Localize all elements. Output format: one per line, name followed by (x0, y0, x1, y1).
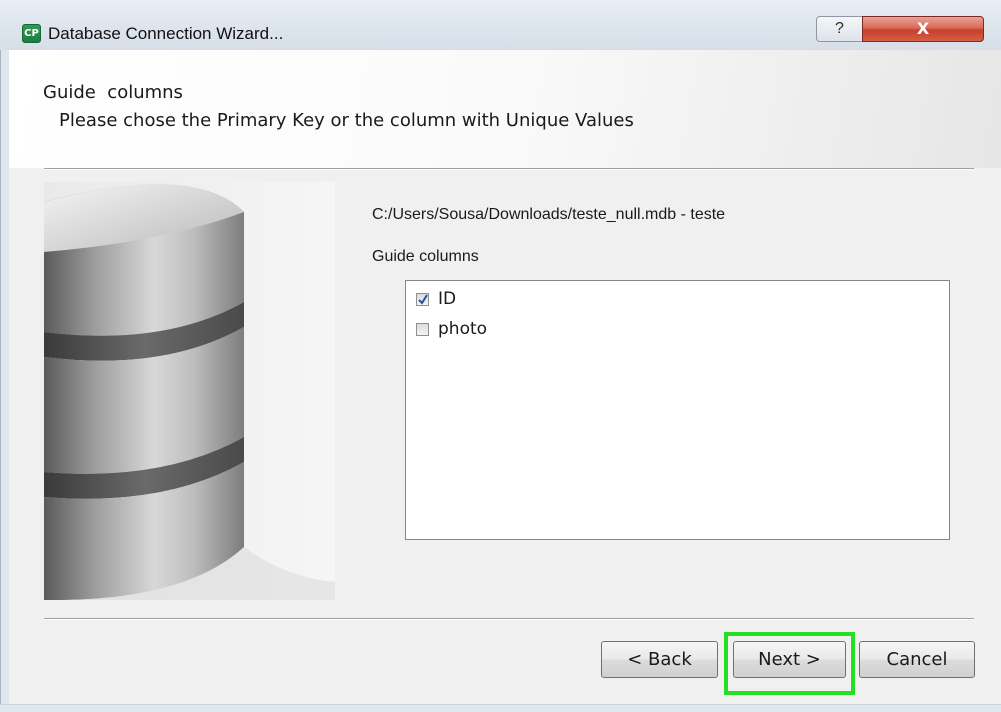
column-label-id: ID (438, 289, 457, 309)
back-button[interactable]: < Back (601, 641, 718, 678)
wizard-header: Guide columns Please chose the Primary K… (9, 50, 1001, 168)
window-frame-left (0, 50, 9, 711)
next-button[interactable]: Next > (733, 641, 846, 678)
checkmark-icon (418, 293, 428, 305)
header-divider (44, 168, 974, 170)
database-icon (44, 182, 335, 600)
page-title: Guide columns (43, 82, 183, 103)
window-title: Database Connection Wizard... (48, 24, 284, 43)
guide-columns-list[interactable]: ID photo (405, 280, 950, 540)
close-icon: X (916, 19, 930, 38)
column-label-photo: photo (438, 319, 488, 339)
database-path: C:/Users/Sousa/Downloads/teste_null.mdb … (372, 206, 726, 223)
guide-columns-label: Guide columns (372, 248, 479, 265)
title-bar[interactable]: CP Database Connection Wizard... ? X (0, 0, 1001, 51)
checkbox-unchecked[interactable] (416, 322, 429, 336)
list-item[interactable]: photo (416, 318, 487, 340)
help-button[interactable]: ? (816, 16, 863, 42)
checkbox-checked[interactable] (416, 292, 429, 306)
close-button[interactable]: X (862, 16, 984, 42)
help-icon: ? (835, 20, 844, 37)
list-item[interactable]: ID (416, 288, 456, 310)
wizard-window: CP Database Connection Wizard... ? X Gui… (0, 0, 1001, 712)
cancel-button[interactable]: Cancel (859, 641, 975, 678)
footer-divider (44, 618, 974, 620)
app-icon: CP (22, 24, 41, 43)
page-subtitle: Please chose the Primary Key or the colu… (59, 110, 634, 131)
